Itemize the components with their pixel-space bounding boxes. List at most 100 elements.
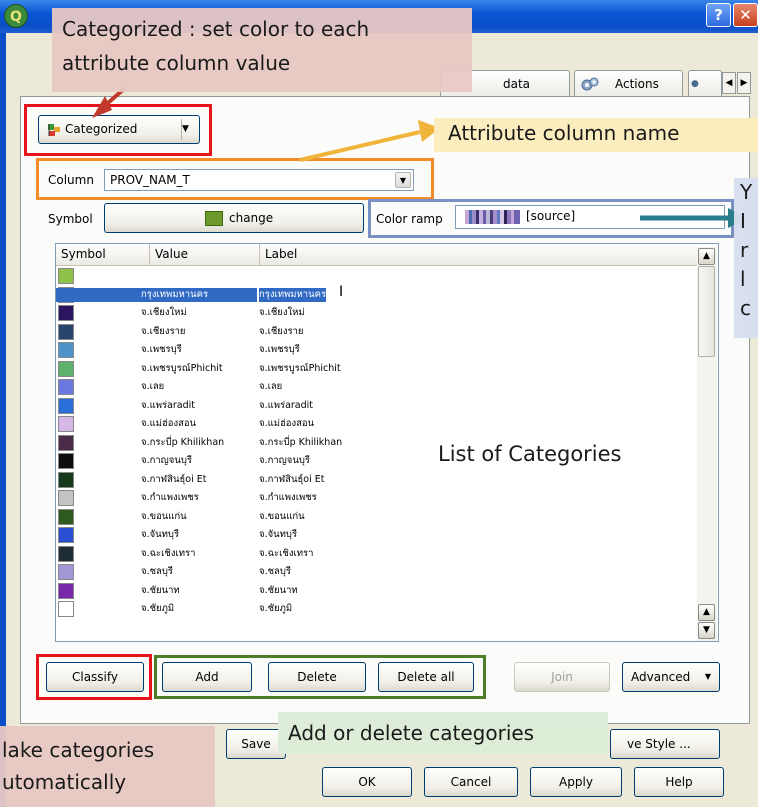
tab-scroll-right-button[interactable]: ▶ [737,72,751,94]
category-label[interactable]: จ.กาฬสินธุ์oi Et [259,473,324,487]
category-symbol-swatch[interactable] [58,379,74,395]
category-symbol-swatch[interactable] [58,397,74,414]
category-value: จ.เพชรบูรณ์Phichit [141,362,223,374]
category-value: จ.กาญจนบุรี [141,455,192,466]
tab-overflow[interactable]: ● [688,70,722,97]
apply-button[interactable]: Apply [530,767,622,797]
category-label[interactable]: จ.กาญจนบุรี [259,454,310,468]
table-row[interactable]: I กรุงเทพมหานคร กรุงเทพมหานคร [56,283,701,304]
category-symbol-swatch[interactable] [58,527,74,543]
category-label[interactable]: จ.ขอนแก่น [259,510,305,524]
category-label[interactable]: จ.จันทบุรี [259,528,297,542]
table-row[interactable]: จ.ชัยภูมิ จ.ชัยภูมิ [56,600,701,618]
table-row[interactable]: จ.ชลบุรี จ.ชลบุรี [56,563,701,581]
tab-overflow-icon: ● [691,79,699,89]
table-row[interactable]: จ.เชียงราย จ.เชียงราย [56,323,701,341]
table-row[interactable]: จ.เลย จ.เลย [56,378,701,396]
color-ramp-callout-line: c [740,296,751,320]
table-scrollbar[interactable]: ▲ ▲ ▼ [697,247,717,641]
save-button[interactable]: Save [226,729,286,759]
table-row[interactable]: จ.จันทบุรี จ.จันทบุรี [56,526,701,544]
cancel-button[interactable]: Cancel [424,767,518,797]
close-title-button[interactable]: ✕ [733,3,758,27]
ok-button[interactable]: OK [322,767,412,797]
category-label[interactable]: จ.แม่ฮ่องสอน [259,417,314,431]
table-row[interactable] [56,267,701,285]
category-label[interactable]: จ.ชลบุรี [259,565,291,579]
category-symbol-swatch[interactable] [58,416,74,432]
category-value: จ.กระบี่p Khilikhan [141,436,225,448]
category-symbol-swatch[interactable] [58,342,74,358]
category-label[interactable]: จ.กระบี่p Khilikhan [259,436,342,450]
table-row[interactable]: จ.ชัยนาท จ.ชัยนาท [56,582,701,600]
category-symbol-swatch[interactable] [58,508,74,525]
color-ramp-callout-line: r [740,238,749,262]
category-symbol-swatch[interactable] [58,305,74,321]
scroll-down-icon[interactable]: ▼ [698,622,715,639]
table-row[interactable]: จ.เพชรบุรี จ.เพชรบุรี [56,341,701,359]
scroll-thumb[interactable] [698,266,715,357]
category-label[interactable]: จ.เชียงใหม่ [259,306,305,320]
category-value: จ.เพชรบุรี [141,344,182,355]
advanced-button[interactable]: Advanced ▼ [622,662,720,692]
category-symbol-swatch[interactable] [58,471,74,488]
scroll-up-icon[interactable]: ▲ [698,248,715,265]
category-symbol-swatch[interactable] [58,360,74,377]
header-label[interactable]: Label [260,244,700,266]
text-cursor-icon: I [339,283,344,300]
table-row[interactable]: จ.เชียงใหม่ จ.เชียงใหม่ [56,304,701,322]
table-row[interactable]: จ.กำแพงเพชร จ.กำแพงเพชร [56,489,701,507]
advanced-dropdown-icon: ▼ [704,672,711,681]
category-label[interactable]: จ.ฉะเชิงเทรา [259,547,313,561]
category-value: จ.ชลบุรี [141,566,173,577]
category-label[interactable]: จ.แพร่aradit [259,399,313,413]
category-label[interactable]: จ.เพชรบุรี [259,343,300,357]
header-value[interactable]: Value [150,244,260,266]
column-highlight-box [36,158,434,200]
help-title-button[interactable]: ? [706,3,731,27]
category-symbol-swatch[interactable] [58,564,74,580]
qgis-app-icon: Q [4,4,28,28]
table-row[interactable]: จ.ฉะเชิงเทรา จ.ฉะเชิงเทรา [56,545,701,563]
category-label[interactable]: จ.เชียงราย [259,325,304,339]
category-label[interactable]: จ.กำแพงเพชร [259,491,317,505]
category-symbol-swatch[interactable] [58,268,74,284]
category-value: จ.เชียงราย [141,325,186,337]
add-delete-callout: Add or delete categories [278,712,608,754]
actions-gear-icon [581,76,599,92]
category-label[interactable]: กรุงเทพมหานคร [259,287,327,302]
scroll-up-bottom-icon[interactable]: ▲ [698,604,715,621]
category-label[interactable]: จ.เพชรบูรณ์Phichit [259,362,341,376]
help-button[interactable]: Help [634,767,724,797]
header-symbol[interactable]: Symbol [56,244,150,266]
table-row[interactable]: จ.เพชรบูรณ์Phichit จ.เพชรบูรณ์Phichit [56,360,701,378]
category-symbol-swatch[interactable] [58,434,74,451]
table-row[interactable]: จ.แม่ฮ่องสอน จ.แม่ฮ่องสอน [56,415,701,433]
category-symbol-swatch[interactable] [58,490,74,506]
color-ramp-callout-line: l [740,267,746,291]
category-symbol-swatch[interactable] [58,323,74,340]
symbol-change-button[interactable]: change [104,203,364,233]
category-value: กรุงเทพมหานคร [56,287,257,302]
table-row[interactable]: จ.ขอนแก่น จ.ขอนแก่น [56,508,701,526]
category-value: จ.ชัยนาท [141,584,180,596]
category-label[interactable]: จ.เลย [259,380,282,394]
category-label[interactable]: จ.ชัยภูมิ [259,602,292,616]
category-symbol-swatch[interactable] [58,545,74,562]
category-symbol-swatch[interactable] [58,453,74,469]
table-row[interactable]: จ.แพร่aradit จ.แพร่aradit [56,397,701,415]
category-value: จ.ขอนแก่น [141,510,187,522]
category-label[interactable]: จ.ชัยนาท [259,584,298,598]
category-symbol-swatch[interactable] [58,582,74,599]
tab-scroll-left-button[interactable]: ◀ [722,72,736,94]
table-row[interactable]: จ.กาฬสินธุ์oi Et จ.กาฬสินธุ์oi Et [56,471,701,489]
renderer-highlight-box [24,104,212,156]
classify-callout-text: lake categories utomatically [2,738,155,794]
join-button[interactable]: Join [514,662,610,692]
save-style-button[interactable]: ve Style ... [610,729,720,759]
advanced-button-label: Advanced [631,670,691,684]
tab-actions[interactable]: Actions [574,70,683,97]
category-value: จ.จันทบุรี [141,529,180,540]
category-symbol-swatch[interactable] [58,601,74,617]
category-value: จ.แพร่aradit [141,399,196,411]
